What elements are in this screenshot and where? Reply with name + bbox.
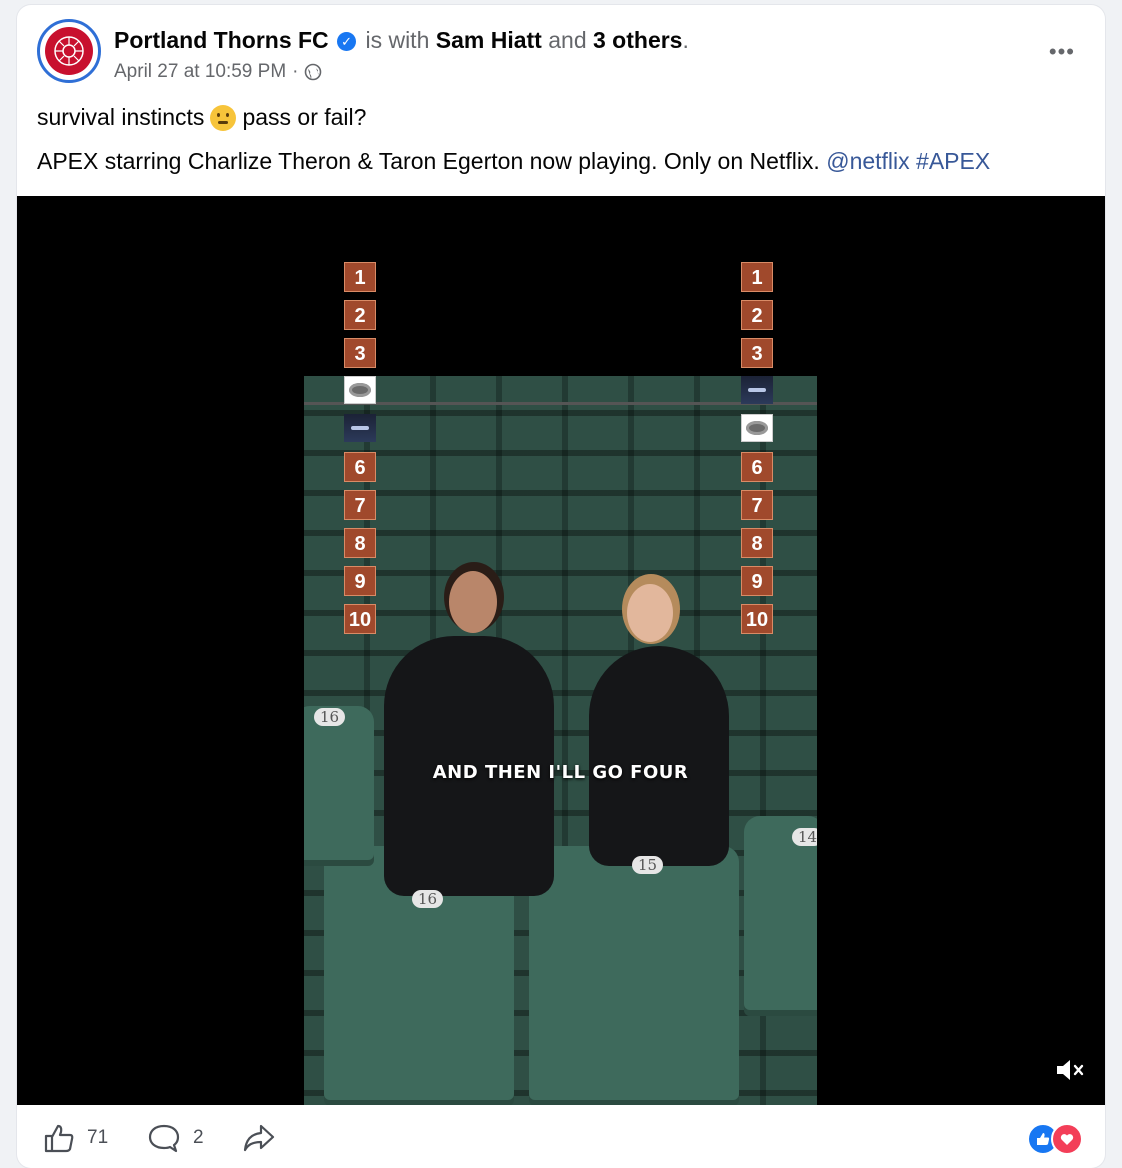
post-text-line2: APEX starring Charlize Theron & Taron Eg… xyxy=(37,148,990,175)
right-ranking-list: 1 2 3 6 7 8 9 10 xyxy=(741,262,775,642)
others-link[interactable]: 3 others xyxy=(593,27,682,53)
netflix-mention-link[interactable]: @netflix xyxy=(826,148,909,174)
seat-back xyxy=(304,706,374,866)
rank-tile: 10 xyxy=(741,604,773,634)
rank-tile: 8 xyxy=(741,528,773,558)
thumbs-up-icon xyxy=(44,1124,74,1153)
seat-back xyxy=(744,816,817,1016)
timestamp-link[interactable]: April 27 at 10:59 PM xyxy=(114,61,286,83)
video-subtitle: AND THEN I'LL GO FOUR xyxy=(432,762,689,783)
caption-line2: APEX starring Charlize Theron & Taron Eg… xyxy=(37,148,820,174)
rank-tile: 2 xyxy=(344,300,376,330)
player-left-face xyxy=(449,571,497,633)
like-count: 71 xyxy=(87,1127,109,1148)
comment-count: 2 xyxy=(193,1127,204,1148)
and-text: and xyxy=(548,27,587,53)
post-header: Portland Thorns FC ✓ is with Sam Hiatt a… xyxy=(114,27,689,54)
rank-tile: 3 xyxy=(344,338,376,368)
video-player[interactable]: 16 15 14 16 AND THEN I'LL GO FOUR 1 2 3 … xyxy=(17,196,1105,1105)
meta-separator: · xyxy=(292,61,299,82)
mute-icon[interactable] xyxy=(1055,1057,1087,1083)
seat-back xyxy=(529,846,739,1105)
verified-badge-icon: ✓ xyxy=(337,32,357,51)
tagged-person-link[interactable]: Sam Hiatt xyxy=(436,27,542,53)
frying-pan-icon xyxy=(741,414,773,442)
left-ranking-list: 1 2 3 6 7 8 9 10 xyxy=(344,262,378,642)
post-footer: 71 2 xyxy=(17,1105,1105,1168)
post-card: Portland Thorns FC ✓ is with Sam Hiatt a… xyxy=(17,5,1105,1168)
post-text-line1: survival instincts pass or fail? xyxy=(37,104,366,131)
rank-tile: 6 xyxy=(344,452,376,482)
caption-part-b: pass or fail? xyxy=(242,104,367,130)
reactions-summary[interactable] xyxy=(1027,1123,1083,1155)
is-with-text: is with xyxy=(365,27,430,53)
rank-tile: 10 xyxy=(344,604,376,634)
globe-icon xyxy=(305,63,322,81)
rank-tile: 6 xyxy=(741,452,773,482)
rank-tile: 8 xyxy=(344,528,376,558)
flashlight-icon xyxy=(344,414,376,442)
more-options-icon[interactable]: ••• xyxy=(1049,39,1075,65)
love-reaction-icon xyxy=(1051,1123,1083,1155)
seat-number: 16 xyxy=(412,890,444,908)
thorns-logo-icon xyxy=(45,27,93,75)
video-frame: 16 15 14 16 AND THEN I'LL GO FOUR 1 2 3 … xyxy=(304,196,817,1105)
page-avatar[interactable] xyxy=(37,19,101,83)
rank-tile: 3 xyxy=(741,338,773,368)
post-meta: April 27 at 10:59 PM · xyxy=(114,61,322,83)
seat-number: 14 xyxy=(792,828,817,846)
player-right-face xyxy=(627,584,673,642)
thinking-face-icon xyxy=(210,105,237,131)
rank-tile: 9 xyxy=(741,566,773,596)
caption-part-a: survival instincts xyxy=(37,104,205,130)
flashlight-icon xyxy=(741,376,773,404)
rank-tile: 2 xyxy=(741,300,773,330)
like-button[interactable]: 71 xyxy=(43,1123,108,1153)
seat-number: 15 xyxy=(632,856,664,874)
share-arrow-icon xyxy=(243,1124,275,1152)
rank-tile: 7 xyxy=(741,490,773,520)
frying-pan-icon xyxy=(344,376,376,404)
rank-tile: 1 xyxy=(741,262,773,292)
seat-number: 16 xyxy=(314,708,346,726)
apex-hashtag-link[interactable]: #APEX xyxy=(916,148,990,174)
player-right-body xyxy=(589,646,729,866)
comment-bubble-icon xyxy=(148,1124,180,1153)
rank-tile: 9 xyxy=(344,566,376,596)
page-name-link[interactable]: Portland Thorns FC xyxy=(114,27,329,53)
rank-tile: 1 xyxy=(344,262,376,292)
comment-button[interactable]: 2 xyxy=(147,1123,204,1153)
rank-tile: 7 xyxy=(344,490,376,520)
share-button[interactable] xyxy=(242,1123,276,1153)
header-period: . xyxy=(682,27,689,53)
